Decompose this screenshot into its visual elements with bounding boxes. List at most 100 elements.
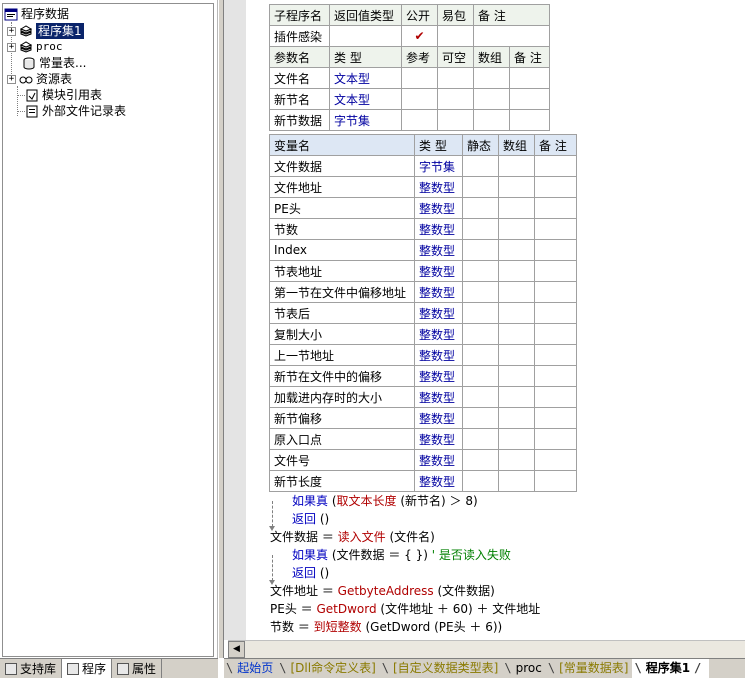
- variable-name[interactable]: 原入口点: [269, 428, 415, 450]
- variable-type[interactable]: 整数型: [414, 470, 463, 492]
- variable-array[interactable]: [498, 428, 535, 450]
- variable-static[interactable]: [462, 176, 499, 198]
- return-type[interactable]: [329, 25, 402, 47]
- variable-array[interactable]: [498, 470, 535, 492]
- variable-row[interactable]: 文件号 整数型: [269, 449, 577, 471]
- variable-row[interactable]: 新节长度 整数型: [269, 470, 577, 492]
- variable-array[interactable]: [498, 155, 535, 177]
- variable-type[interactable]: 整数型: [414, 449, 463, 471]
- variable-array[interactable]: [498, 407, 535, 429]
- param-array[interactable]: [473, 109, 510, 131]
- variable-type[interactable]: 整数型: [414, 386, 463, 408]
- variable-remark[interactable]: [534, 176, 577, 198]
- variable-static[interactable]: [462, 344, 499, 366]
- code-editor[interactable]: 子程序名 返回值类型 公开 易包 备 注 插件感染 ✔ 参数名 类 型 参考 可…: [246, 0, 745, 640]
- variable-array[interactable]: [498, 176, 535, 198]
- tab-program[interactable]: 程序: [62, 659, 113, 678]
- variable-array[interactable]: [498, 260, 535, 282]
- variable-type[interactable]: 整数型: [414, 323, 463, 345]
- param-name[interactable]: 新节数据: [269, 109, 330, 131]
- variable-type[interactable]: 整数型: [414, 302, 463, 324]
- variable-type[interactable]: 整数型: [414, 218, 463, 240]
- variable-type[interactable]: 整数型: [414, 407, 463, 429]
- variable-name[interactable]: 新节偏移: [269, 407, 415, 429]
- variable-type[interactable]: 整数型: [414, 176, 463, 198]
- tab-constants[interactable]: \ [常量数据表]: [546, 659, 633, 678]
- param-type[interactable]: 字节集: [329, 109, 402, 131]
- variable-row[interactable]: Index 整数型: [269, 239, 577, 261]
- code-line[interactable]: 文件地址 ＝ GetbyteAddress (文件数据): [270, 582, 495, 600]
- tab-support-library[interactable]: 支持库: [0, 659, 63, 678]
- code-line[interactable]: 如果真 (取文本长度 (新节名) ＞ 8): [292, 492, 478, 510]
- variable-static[interactable]: [462, 323, 499, 345]
- variable-row[interactable]: 节表后 整数型: [269, 302, 577, 324]
- variable-remark[interactable]: [534, 428, 577, 450]
- tree-item-resources[interactable]: + 资源表: [7, 71, 72, 87]
- variable-type[interactable]: 字节集: [414, 155, 463, 177]
- variable-name[interactable]: 节表地址: [269, 260, 415, 282]
- code-line[interactable]: 返回 (): [292, 510, 329, 528]
- tab-properties[interactable]: 属性: [112, 659, 163, 678]
- variable-static[interactable]: [462, 155, 499, 177]
- tree-item-constants[interactable]: 常量表...: [22, 55, 86, 71]
- variable-remark[interactable]: [534, 260, 577, 282]
- param-row[interactable]: 新节数据 字节集: [269, 109, 550, 131]
- variable-name[interactable]: 复制大小: [269, 323, 415, 345]
- variable-row[interactable]: 新节在文件中的偏移 整数型: [269, 365, 577, 387]
- variable-type[interactable]: 整数型: [414, 239, 463, 261]
- public-check-icon[interactable]: ✔: [401, 25, 438, 47]
- variable-static[interactable]: [462, 197, 499, 219]
- tree-item-proc[interactable]: + proc: [7, 39, 63, 55]
- variable-array[interactable]: [498, 449, 535, 471]
- scroll-left-icon[interactable]: ◀: [228, 641, 245, 658]
- variable-row[interactable]: PE头 整数型: [269, 197, 577, 219]
- param-remark[interactable]: [509, 88, 550, 110]
- param-nullable[interactable]: [437, 109, 474, 131]
- variable-type[interactable]: 整数型: [414, 281, 463, 303]
- variable-static[interactable]: [462, 302, 499, 324]
- param-nullable[interactable]: [437, 88, 474, 110]
- variable-remark[interactable]: [534, 407, 577, 429]
- param-type[interactable]: 文本型: [329, 67, 402, 89]
- variable-name[interactable]: 节表后: [269, 302, 415, 324]
- tree-item-module-refs[interactable]: 模块引用表: [25, 87, 102, 103]
- variable-name[interactable]: 加载进内存时的大小: [269, 386, 415, 408]
- variable-name[interactable]: 节数: [269, 218, 415, 240]
- variable-remark[interactable]: [534, 323, 577, 345]
- variable-static[interactable]: [462, 260, 499, 282]
- tab-start-page[interactable]: \ 起始页: [224, 659, 277, 678]
- variable-row[interactable]: 新节偏移 整数型: [269, 407, 577, 429]
- variable-remark[interactable]: [534, 365, 577, 387]
- param-array[interactable]: [473, 67, 510, 89]
- code-line[interactable]: 如果真 (文件数据 ＝ { }) ' 是否读入失败: [292, 546, 511, 564]
- variable-static[interactable]: [462, 239, 499, 261]
- variable-name[interactable]: Index: [269, 239, 415, 261]
- variable-row[interactable]: 节数 整数型: [269, 218, 577, 240]
- variable-remark[interactable]: [534, 470, 577, 492]
- tab-program-set-1[interactable]: \ 程序集1/: [632, 659, 710, 678]
- variable-row[interactable]: 原入口点 整数型: [269, 428, 577, 450]
- tab-custom-types[interactable]: \ [自定义数据类型表]: [380, 659, 503, 678]
- variable-row[interactable]: 节表地址 整数型: [269, 260, 577, 282]
- variable-type[interactable]: 整数型: [414, 428, 463, 450]
- variable-array[interactable]: [498, 365, 535, 387]
- variable-name[interactable]: 上一节地址: [269, 344, 415, 366]
- variable-array[interactable]: [498, 218, 535, 240]
- expand-icon[interactable]: +: [7, 42, 16, 52]
- param-type[interactable]: 文本型: [329, 88, 402, 110]
- variable-type[interactable]: 整数型: [414, 260, 463, 282]
- param-nullable[interactable]: [437, 67, 474, 89]
- variable-row[interactable]: 加载进内存时的大小 整数型: [269, 386, 577, 408]
- variable-type[interactable]: 整数型: [414, 365, 463, 387]
- variable-type[interactable]: 整数型: [414, 197, 463, 219]
- variable-array[interactable]: [498, 197, 535, 219]
- subroutine-name[interactable]: 插件感染: [269, 25, 330, 47]
- variable-static[interactable]: [462, 449, 499, 471]
- param-array[interactable]: [473, 88, 510, 110]
- variable-static[interactable]: [462, 386, 499, 408]
- param-ref[interactable]: [401, 88, 438, 110]
- tree-item-program-set-1[interactable]: + 程序集1: [7, 23, 84, 39]
- param-remark[interactable]: [509, 67, 550, 89]
- variable-name[interactable]: 第一节在文件中偏移地址: [269, 281, 415, 303]
- param-row[interactable]: 文件名 文本型: [269, 67, 550, 89]
